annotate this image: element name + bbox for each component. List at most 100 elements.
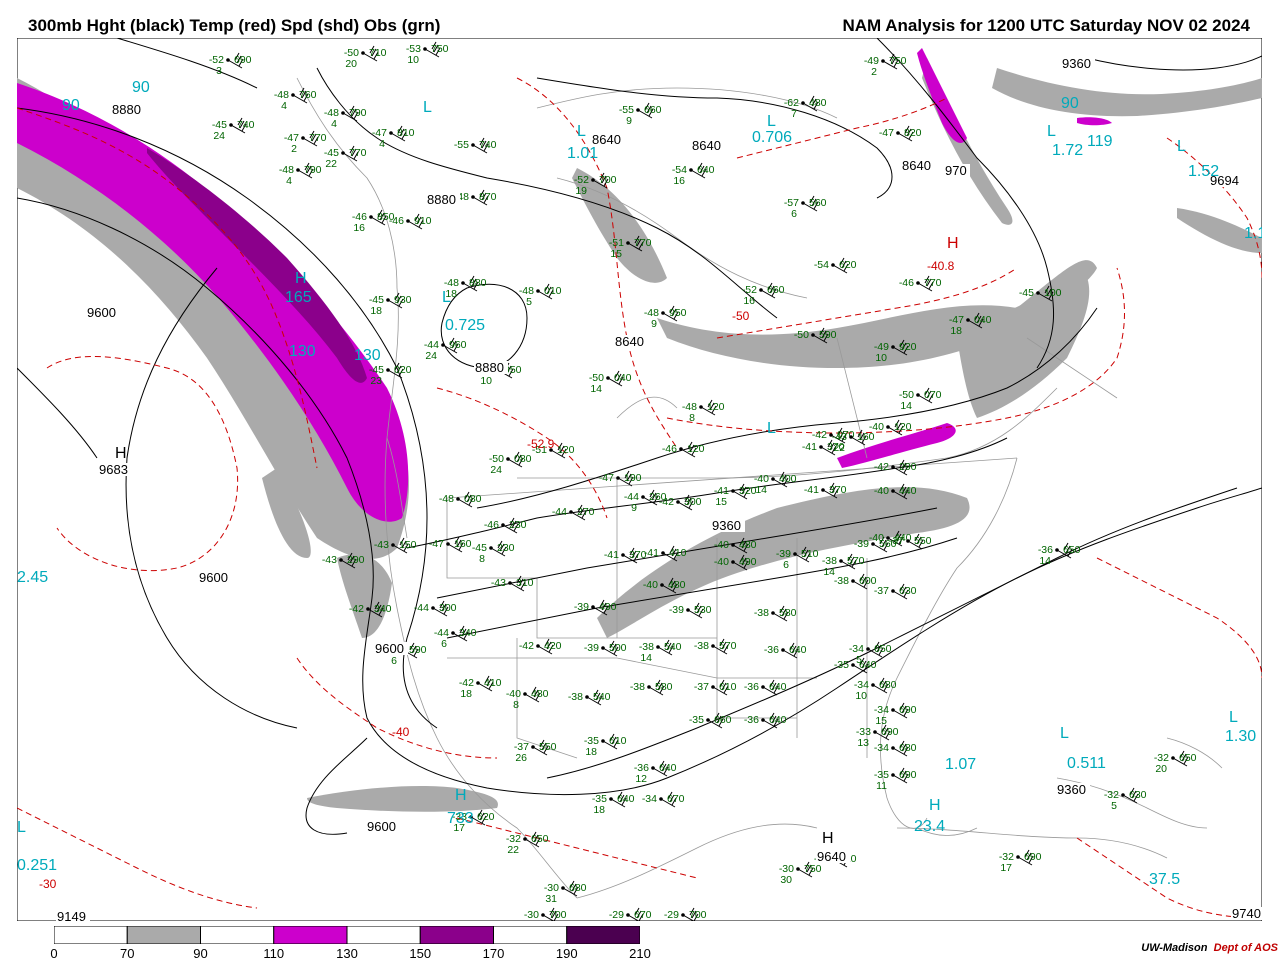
obs-height: 290	[347, 554, 365, 566]
low-center: L	[577, 123, 586, 140]
station-dot	[839, 559, 843, 563]
obs-height: 670	[634, 909, 652, 921]
colorbar-tick: 150	[409, 946, 432, 961]
obs-temp: -36	[744, 681, 759, 693]
obs-temp: -34	[874, 742, 889, 754]
station-dot	[759, 288, 763, 292]
obs-temp: -30	[524, 909, 539, 921]
obs-dewpoint: 5	[856, 654, 862, 666]
obs-height: 750	[431, 43, 449, 55]
height-label: 9600	[87, 305, 116, 320]
station-dot	[471, 143, 475, 147]
station-dot	[761, 718, 765, 722]
obs-height: 640	[659, 762, 677, 774]
station-dot	[451, 631, 455, 635]
obs-dewpoint: 9	[626, 115, 632, 127]
station-dot	[659, 797, 663, 801]
station-dot	[689, 168, 693, 172]
colorbar-cell	[419, 926, 494, 944]
obs-temp: -46	[662, 443, 677, 455]
obs-temp: -35	[834, 659, 849, 671]
obs-temp: -39	[584, 642, 599, 654]
speed-label: 130	[354, 347, 381, 364]
obs-temp: -38	[754, 607, 769, 619]
station-dot	[361, 51, 365, 55]
station-dot	[801, 101, 805, 105]
obs-height: 580	[655, 681, 673, 693]
station-dot	[1036, 291, 1040, 295]
obs-temp: -38	[630, 681, 645, 693]
obs-temp: -46	[484, 519, 499, 531]
colorbar-tick: 210	[629, 946, 651, 961]
station-dot	[771, 477, 775, 481]
obs-height: 660	[714, 714, 732, 726]
obs-height: 290	[899, 461, 917, 473]
speed-colorbar	[54, 926, 640, 944]
colorbar-cell	[126, 926, 201, 944]
speed-label: 1.30	[1225, 728, 1256, 745]
obs-temp: -41	[644, 547, 659, 559]
station-dot	[341, 111, 345, 115]
station-dot	[506, 457, 510, 461]
obs-dewpoint: 20	[345, 58, 357, 70]
station-dot	[366, 607, 370, 611]
speed-label: 90	[132, 79, 150, 96]
station-dot	[660, 583, 664, 587]
obs-temp: -47	[879, 127, 894, 139]
station-dot	[761, 685, 765, 689]
obs-temp: -36	[764, 644, 779, 656]
station-dot	[1016, 855, 1020, 859]
obs-dewpoint: 24	[490, 464, 502, 476]
height-label: 9740	[1232, 906, 1261, 921]
station-dot	[731, 489, 735, 493]
obs-dewpoint: 9	[631, 502, 637, 514]
obs-height: 630	[1129, 789, 1147, 801]
height-label: 8640	[692, 138, 721, 153]
obs-temp: -46	[389, 215, 404, 227]
colorbar-tick: 190	[555, 946, 578, 961]
low-center: L	[442, 289, 451, 306]
station-dot	[536, 289, 540, 293]
obs-dewpoint: 14	[900, 400, 912, 412]
obs-dewpoint: 31	[545, 893, 557, 905]
obs-temp: -43	[374, 539, 389, 551]
obs-height: 770	[309, 132, 327, 144]
obs-temp: -40	[714, 539, 729, 551]
high-center: H	[822, 830, 834, 847]
obs-dewpoint: 5	[526, 296, 532, 308]
obs-height: 690	[234, 54, 252, 66]
obs-height: 120	[894, 421, 912, 433]
station-dot	[296, 168, 300, 172]
obs-height: 310	[516, 577, 534, 589]
obs-dewpoint: 16	[743, 295, 755, 307]
station-dot	[711, 644, 715, 648]
credit-label: UW-Madison Dept of AOS	[1141, 942, 1278, 954]
speed-label: 0.706	[752, 129, 792, 146]
obs-temp: -48	[439, 493, 454, 505]
speed-label: 1.07	[945, 756, 976, 773]
obs-height: 160	[857, 431, 875, 443]
obs-temp: -42	[519, 640, 534, 652]
station-dot	[711, 685, 715, 689]
speed-label: 37.5	[1149, 871, 1180, 888]
obs-temp: -55	[454, 139, 469, 151]
obs-height: 540	[593, 691, 611, 703]
obs-temp: -42	[874, 461, 889, 473]
station-dot	[291, 93, 295, 97]
obs-dewpoint: 14	[590, 383, 602, 395]
obs-height: 700	[689, 909, 707, 921]
station-dot	[601, 739, 605, 743]
height-label: 9600	[367, 819, 396, 834]
obs-dewpoint: 15	[610, 248, 622, 260]
obs-height: 740	[237, 119, 255, 131]
station-dot	[731, 560, 735, 564]
speed-label: 0.725	[445, 317, 485, 334]
obs-height: 670	[667, 793, 685, 805]
obs-height: 910	[414, 215, 432, 227]
low-center: L	[767, 420, 776, 437]
obs-temp: -36	[744, 714, 759, 726]
obs-dewpoint: 15	[715, 496, 727, 508]
obs-dewpoint: 18	[950, 325, 962, 337]
station-dot	[391, 543, 395, 547]
obs-height: 190	[624, 472, 642, 484]
